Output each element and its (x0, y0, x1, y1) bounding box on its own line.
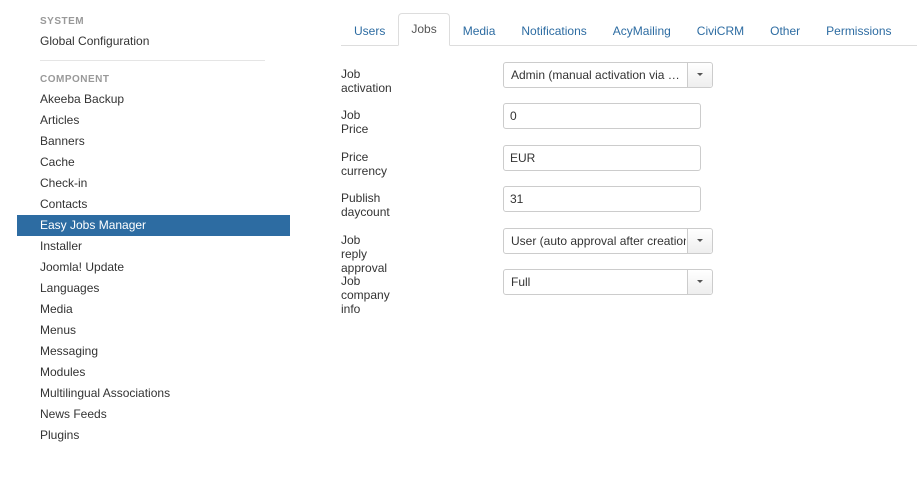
job-reply-approval-value: User (auto approval after creation) (511, 233, 686, 248)
sidebar-item-media[interactable]: Media (17, 299, 290, 320)
sidebar-item-contacts[interactable]: Contacts (17, 194, 290, 215)
sidebar-item-cache[interactable]: Cache (17, 152, 290, 173)
sidebar-item-akeeba-backup[interactable]: Akeeba Backup (17, 89, 290, 110)
job-reply-approval-select[interactable]: User (auto approval after creation) (503, 227, 713, 254)
sidebar-item-modules[interactable]: Modules (17, 362, 290, 383)
caret-down-icon (697, 238, 703, 242)
caret-down-icon (697, 73, 703, 76)
caret-down-icon (697, 279, 703, 283)
job-price-input[interactable]: 0 (503, 103, 701, 130)
job-company-info-dropdown-button[interactable] (687, 269, 712, 294)
sidebar-item-installer[interactable]: Installer (17, 236, 290, 257)
sidebar-divider (40, 60, 265, 61)
tab-jobs[interactable]: Jobs (398, 13, 450, 46)
job-activation-select[interactable]: Admin (manual activation via backend) (503, 62, 713, 88)
sidebar-item-check-in[interactable]: Check-in (17, 173, 290, 194)
sidebar-item-banners[interactable]: Banners (17, 131, 290, 152)
tab-acymailing[interactable]: AcyMailing (600, 15, 684, 46)
sidebar-item-plugins[interactable]: Plugins (17, 425, 290, 446)
job-reply-approval-dropdown-button[interactable] (687, 228, 712, 253)
sidebar-item-easy-jobs-manager[interactable]: Easy Jobs Manager (17, 215, 290, 236)
sidebar-header-component: COMPONENT (40, 74, 110, 85)
job-activation-dropdown-button[interactable] (687, 63, 712, 87)
sidebar-item-languages[interactable]: Languages (17, 278, 290, 299)
job-company-info-label: Job company info (341, 273, 390, 316)
config-tabs: Users Jobs Media Notifications AcyMailin… (341, 13, 917, 46)
sidebar: SYSTEM Global Configuration COMPONENT Ak… (17, 13, 290, 446)
price-currency-input[interactable]: EUR (503, 144, 701, 171)
job-activation-label: Job activation (341, 67, 392, 95)
tab-notifications[interactable]: Notifications (508, 15, 599, 46)
sidebar-item-multilingual-associations[interactable]: Multilingual Associations (17, 383, 290, 404)
sidebar-item-news-feeds[interactable]: News Feeds (17, 404, 290, 425)
sidebar-header-system: SYSTEM (40, 16, 85, 27)
sidebar-item-messaging[interactable]: Messaging (17, 341, 290, 362)
job-activation-value: Admin (manual activation via backend) (511, 68, 686, 82)
job-price-label: Job Price (341, 108, 369, 137)
job-company-info-value: Full (511, 274, 531, 289)
price-currency-label: Price currency (341, 149, 388, 178)
sidebar-item-global-configuration[interactable]: Global Configuration (17, 31, 290, 52)
publish-daycount-input[interactable]: 31 (503, 186, 701, 213)
tab-media[interactable]: Media (450, 15, 509, 46)
sidebar-item-articles[interactable]: Articles (17, 110, 290, 131)
tab-civicrm[interactable]: CiviCRM (684, 15, 757, 46)
tab-other[interactable]: Other (757, 15, 813, 46)
job-reply-approval-label: Job reply approval (341, 232, 388, 275)
job-company-info-select[interactable]: Full (503, 268, 713, 295)
sidebar-item-menus[interactable]: Menus (17, 320, 290, 341)
tab-permissions[interactable]: Permissions (813, 15, 904, 46)
sidebar-item-joomla-update[interactable]: Joomla! Update (17, 257, 290, 278)
publish-daycount-label: Publish daycount (341, 191, 390, 220)
tab-users[interactable]: Users (341, 15, 398, 46)
